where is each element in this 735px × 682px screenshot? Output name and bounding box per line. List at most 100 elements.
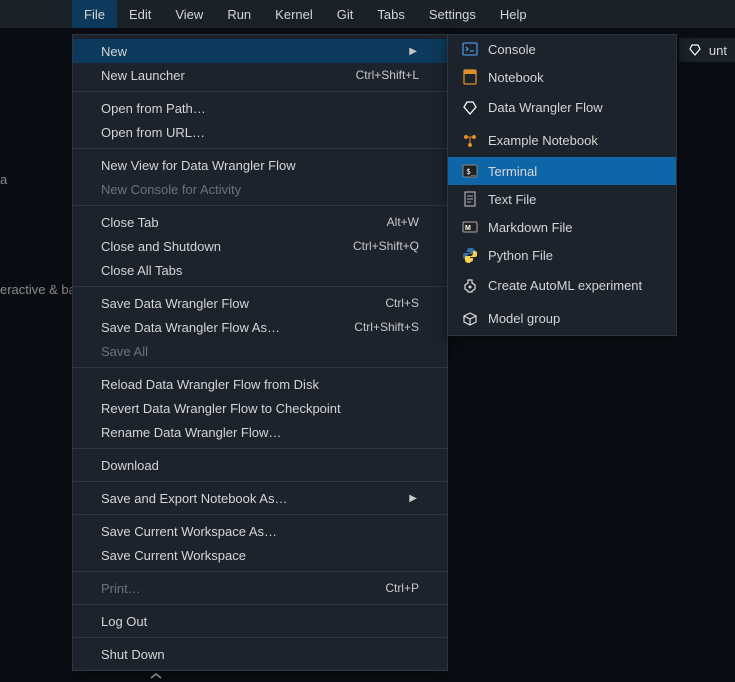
menu-item[interactable]: Close Tab Alt+W xyxy=(73,210,447,234)
submenu-item-label: Example Notebook xyxy=(488,133,598,148)
menu-item-label: Close All Tabs xyxy=(101,263,182,278)
menu-item-label: Download xyxy=(101,458,159,473)
background-text: eractive & ba xyxy=(0,282,76,297)
menu-item[interactable]: Download xyxy=(73,453,447,477)
new-submenu: Console Notebook Data Wrangler Flow Example… xyxy=(447,34,677,336)
menubar-item-file[interactable]: File xyxy=(72,0,117,28)
chevron-right-icon: ▶ xyxy=(409,493,419,504)
menu-shortcut: Alt+W xyxy=(387,215,419,229)
example-icon xyxy=(462,133,478,149)
editor-tab[interactable]: unt xyxy=(679,38,735,62)
menubar-item-label: View xyxy=(175,7,203,22)
menu-item-label: Save Current Workspace As… xyxy=(101,524,277,539)
menubar-item-run[interactable]: Run xyxy=(215,0,263,28)
menu-item-label: New Console for Activity xyxy=(101,182,241,197)
menu-item-label: Open from Path… xyxy=(101,101,206,116)
menubar-item-label: Help xyxy=(500,7,527,22)
menubar-item-label: Git xyxy=(337,7,354,22)
menu-item[interactable]: Save and Export Notebook As… ▶ xyxy=(73,486,447,510)
menu-item[interactable]: Revert Data Wrangler Flow to Checkpoint xyxy=(73,396,447,420)
menubar-item-label: File xyxy=(84,7,105,22)
menu-item-label: Shut Down xyxy=(101,647,165,662)
menubar-item-help[interactable]: Help xyxy=(488,0,539,28)
menubar-item-label: Kernel xyxy=(275,7,313,22)
menu-shortcut: Ctrl+Shift+L xyxy=(356,68,419,82)
chevron-right-icon: ▶ xyxy=(409,46,419,57)
menu-item-label: Save Data Wrangler Flow As… xyxy=(101,320,280,335)
menu-item[interactable]: Save Data Wrangler Flow As… Ctrl+Shift+S xyxy=(73,315,447,339)
submenu-item[interactable]: Text File xyxy=(448,185,676,213)
menubar-item-tabs[interactable]: Tabs xyxy=(365,0,416,28)
textfile-icon xyxy=(462,191,478,207)
menu-item-label: Open from URL… xyxy=(101,125,205,140)
menu-item[interactable]: Open from Path… xyxy=(73,96,447,120)
submenu-item-label: Data Wrangler Flow xyxy=(488,100,603,115)
submenu-item-label: Markdown File xyxy=(488,220,573,235)
submenu-item-label: Create AutoML experiment xyxy=(488,278,642,293)
submenu-item[interactable]: Example Notebook xyxy=(448,124,676,157)
menu-item[interactable]: New LauncherCtrl+Shift+L xyxy=(73,63,447,87)
submenu-item[interactable]: Console xyxy=(448,35,676,63)
menubar-item-view[interactable]: View xyxy=(163,0,215,28)
menu-item[interactable]: Save Current Workspace As… xyxy=(73,519,447,543)
terminal-icon: $_ xyxy=(462,163,478,179)
menu-item-label: Save Data Wrangler Flow xyxy=(101,296,249,311)
menu-item[interactable]: New ▶ xyxy=(73,39,447,63)
chevron-up-icon xyxy=(150,672,162,680)
submenu-item[interactable]: Python File xyxy=(448,241,676,269)
menubar-item-settings[interactable]: Settings xyxy=(417,0,488,28)
markdown-icon: M xyxy=(462,219,478,235)
menu-item-label: Close and Shutdown xyxy=(101,239,221,254)
menubar-item-kernel[interactable]: Kernel xyxy=(263,0,325,28)
submenu-item[interactable]: Notebook xyxy=(448,63,676,91)
menu-shortcut: Ctrl+Shift+Q xyxy=(353,239,419,253)
flow-icon xyxy=(687,42,703,58)
submenu-item[interactable]: $_Terminal xyxy=(448,157,676,185)
submenu-item[interactable]: Data Wrangler Flow xyxy=(448,91,676,124)
automl-icon xyxy=(462,278,478,294)
menubar-item-git[interactable]: Git xyxy=(325,0,366,28)
menu-item[interactable]: Close and Shutdown Ctrl+Shift+Q xyxy=(73,234,447,258)
menu-item[interactable]: Reload Data Wrangler Flow from Disk xyxy=(73,372,447,396)
menubar-item-edit[interactable]: Edit xyxy=(117,0,163,28)
menubar-item-label: Run xyxy=(227,7,251,22)
submenu-item[interactable]: M Markdown File xyxy=(448,213,676,241)
menu-item: Print… Ctrl+P xyxy=(73,576,447,600)
menu-item[interactable]: Log Out xyxy=(73,609,447,633)
menu-item[interactable]: Shut Down xyxy=(73,642,447,666)
menu-item: New Console for Activity xyxy=(73,177,447,201)
svg-text:$_: $_ xyxy=(466,167,476,176)
menubar-item-label: Settings xyxy=(429,7,476,22)
menu-item[interactable]: Open from URL… xyxy=(73,120,447,144)
menu-shortcut: Ctrl+Shift+S xyxy=(354,320,419,334)
menu-item-label: Save and Export Notebook As… xyxy=(101,491,287,506)
submenu-item[interactable]: Create AutoML experiment xyxy=(448,269,676,302)
submenu-item-label: Python File xyxy=(488,248,553,263)
notebook-icon xyxy=(462,69,478,85)
submenu-item-label: Text File xyxy=(488,192,536,207)
menu-item[interactable]: Save Data Wrangler Flow Ctrl+S xyxy=(73,291,447,315)
submenu-item-label: Model group xyxy=(488,311,560,326)
menu-item-label: Print… xyxy=(101,581,141,596)
menu-item: Save All xyxy=(73,339,447,363)
menu-item[interactable]: Close All Tabs xyxy=(73,258,447,282)
menubar: File Edit View Run Kernel Git Tabs Settings Help xyxy=(0,0,735,28)
menu-item-label: New xyxy=(101,44,127,59)
submenu-item[interactable]: Model group xyxy=(448,302,676,335)
menu-shortcut: Ctrl+S xyxy=(385,296,419,310)
console-icon xyxy=(462,41,478,57)
menu-item[interactable]: Rename Data Wrangler Flow… xyxy=(73,420,447,444)
python-icon xyxy=(462,247,478,263)
menu-item-label: Save Current Workspace xyxy=(101,548,246,563)
model-icon xyxy=(462,311,478,327)
menu-item[interactable]: Save Current Workspace xyxy=(73,543,447,567)
menu-item-label: Rename Data Wrangler Flow… xyxy=(101,425,281,440)
svg-text:M: M xyxy=(465,225,471,232)
menu-item-label: Revert Data Wrangler Flow to Checkpoint xyxy=(101,401,341,416)
tab-label: unt xyxy=(709,43,727,58)
menu-item-label: Save All xyxy=(101,344,148,359)
menu-shortcut: Ctrl+P xyxy=(385,581,419,595)
submenu-item-label: Notebook xyxy=(488,70,544,85)
menu-item-label: Close Tab xyxy=(101,215,159,230)
menu-item[interactable]: New View for Data Wrangler Flow xyxy=(73,153,447,177)
